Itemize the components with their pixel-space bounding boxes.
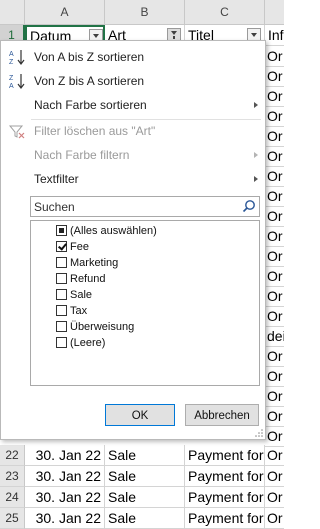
- checkbox[interactable]: [56, 257, 67, 268]
- art-cell[interactable]: Sale: [105, 466, 185, 487]
- filter-by-color-label: Nach Farbe filtern: [34, 148, 130, 162]
- list-item-label: Fee: [70, 241, 89, 253]
- info-cell[interactable]: Or: [265, 346, 284, 367]
- sort-descending-icon: Z A: [9, 74, 25, 90]
- info-cell[interactable]: Or: [265, 106, 284, 127]
- art-cell[interactable]: Sale: [105, 508, 185, 529]
- info-cell[interactable]: Or: [265, 146, 284, 167]
- header-label: Inf: [268, 27, 284, 43]
- info-cell[interactable]: Or: [265, 445, 284, 466]
- search-icon[interactable]: [242, 199, 256, 213]
- clear-filter-label: Filter löschen aus "Art": [34, 124, 156, 138]
- sort-z-to-a-item[interactable]: Z A Von Z bis A sortieren: [1, 69, 265, 93]
- info-cell[interactable]: Or: [265, 406, 284, 427]
- info-cell[interactable]: Or: [265, 46, 284, 67]
- checkbox[interactable]: [56, 273, 67, 284]
- checkbox[interactable]: [56, 225, 67, 236]
- list-item-label: (Alles auswählen): [70, 225, 157, 237]
- date-cell[interactable]: 30. Jan 22: [25, 508, 105, 529]
- info-cell[interactable]: Or: [265, 386, 284, 407]
- header-cell-info[interactable]: Inf: [265, 25, 284, 46]
- titel-cell[interactable]: Payment for: [185, 487, 265, 508]
- autofilter-menu: A Z Von A bis Z sortieren Z A Von Z bis …: [0, 40, 266, 440]
- column-header-d[interactable]: [265, 0, 284, 25]
- filter-by-color-item[interactable]: Nach Farbe filtern: [1, 143, 265, 167]
- list-item-label: Sale: [70, 289, 93, 301]
- submenu-arrow-icon: [254, 152, 258, 158]
- svg-text:A: A: [9, 83, 14, 90]
- info-cell[interactable]: Or: [265, 286, 284, 307]
- row-number[interactable]: 25: [0, 508, 25, 529]
- info-cell[interactable]: Or: [265, 66, 284, 87]
- date-cell[interactable]: 30. Jan 22: [25, 445, 105, 466]
- info-cell[interactable]: Or: [265, 166, 284, 187]
- info-cell[interactable]: Or: [265, 246, 284, 267]
- svg-text:A: A: [9, 51, 14, 58]
- sort-z-to-a-label: Von Z bis A sortieren: [34, 74, 145, 88]
- list-item-label: Tax: [70, 305, 88, 317]
- info-cell[interactable]: Or: [265, 426, 284, 447]
- checkbox[interactable]: [56, 241, 67, 252]
- info-cell[interactable]: Or: [265, 266, 284, 287]
- text-filter-item[interactable]: Textfilter: [1, 167, 265, 191]
- cancel-button[interactable]: Abbrechen: [185, 404, 259, 426]
- column-header-c[interactable]: C: [185, 0, 265, 25]
- info-cell[interactable]: Or: [265, 466, 284, 487]
- list-item-label: Marketing: [70, 257, 119, 269]
- date-cell[interactable]: 30. Jan 22: [25, 466, 105, 487]
- sort-a-to-z-label: Von A bis Z sortieren: [34, 50, 145, 64]
- info-cell[interactable]: Or: [265, 126, 284, 147]
- info-cell[interactable]: Or: [265, 366, 284, 387]
- column-header-a[interactable]: A: [25, 0, 105, 25]
- list-item-label: (Leere): [70, 337, 106, 349]
- sort-a-to-z-item[interactable]: A Z Von A bis Z sortieren: [1, 45, 265, 69]
- info-cell[interactable]: Or: [265, 206, 284, 227]
- svg-text:Z: Z: [9, 59, 14, 66]
- row-number[interactable]: 22: [0, 445, 25, 466]
- info-cell[interactable]: dei: [265, 326, 284, 347]
- list-item-label: Refund: [70, 273, 106, 285]
- ok-button[interactable]: OK: [105, 404, 175, 426]
- list-item-label: Überweisung: [70, 321, 135, 333]
- row-number[interactable]: 24: [0, 487, 25, 508]
- sort-by-color-item[interactable]: Nach Farbe sortieren: [1, 93, 265, 117]
- resize-grip-icon[interactable]: [255, 429, 263, 437]
- filter-value-list[interactable]: (Alles auswählen) Fee Marketing Refund S…: [30, 220, 260, 386]
- info-cell[interactable]: Or: [265, 487, 284, 508]
- titel-cell[interactable]: Payment for: [185, 445, 265, 466]
- info-cell[interactable]: Or: [265, 86, 284, 107]
- submenu-arrow-icon: [254, 176, 258, 182]
- select-all-corner[interactable]: [0, 0, 25, 25]
- info-cell[interactable]: Or: [265, 306, 284, 327]
- info-cell[interactable]: Or: [265, 186, 284, 207]
- text-filter-label: Textfilter: [34, 172, 79, 186]
- info-cell[interactable]: Or: [265, 226, 284, 247]
- checkbox[interactable]: [56, 337, 67, 348]
- info-cell[interactable]: Or: [265, 508, 284, 529]
- column-header-b[interactable]: B: [105, 0, 185, 25]
- svg-text:Z: Z: [9, 75, 14, 82]
- sort-by-color-label: Nach Farbe sortieren: [34, 98, 147, 112]
- checkbox[interactable]: [56, 289, 67, 300]
- row-number[interactable]: 23: [0, 466, 25, 487]
- sort-ascending-icon: A Z: [9, 50, 25, 66]
- checkbox[interactable]: [56, 321, 67, 332]
- art-cell[interactable]: Sale: [105, 445, 185, 466]
- checkbox[interactable]: [56, 305, 67, 316]
- clear-filter-item[interactable]: Filter löschen aus "Art": [1, 119, 265, 143]
- clear-filter-icon: [8, 125, 25, 139]
- titel-cell[interactable]: Payment for: [185, 508, 265, 529]
- art-cell[interactable]: Sale: [105, 487, 185, 508]
- titel-cell[interactable]: Payment for: [185, 466, 265, 487]
- submenu-arrow-icon: [254, 102, 258, 108]
- date-cell[interactable]: 30. Jan 22: [25, 487, 105, 508]
- search-input[interactable]: [30, 196, 260, 217]
